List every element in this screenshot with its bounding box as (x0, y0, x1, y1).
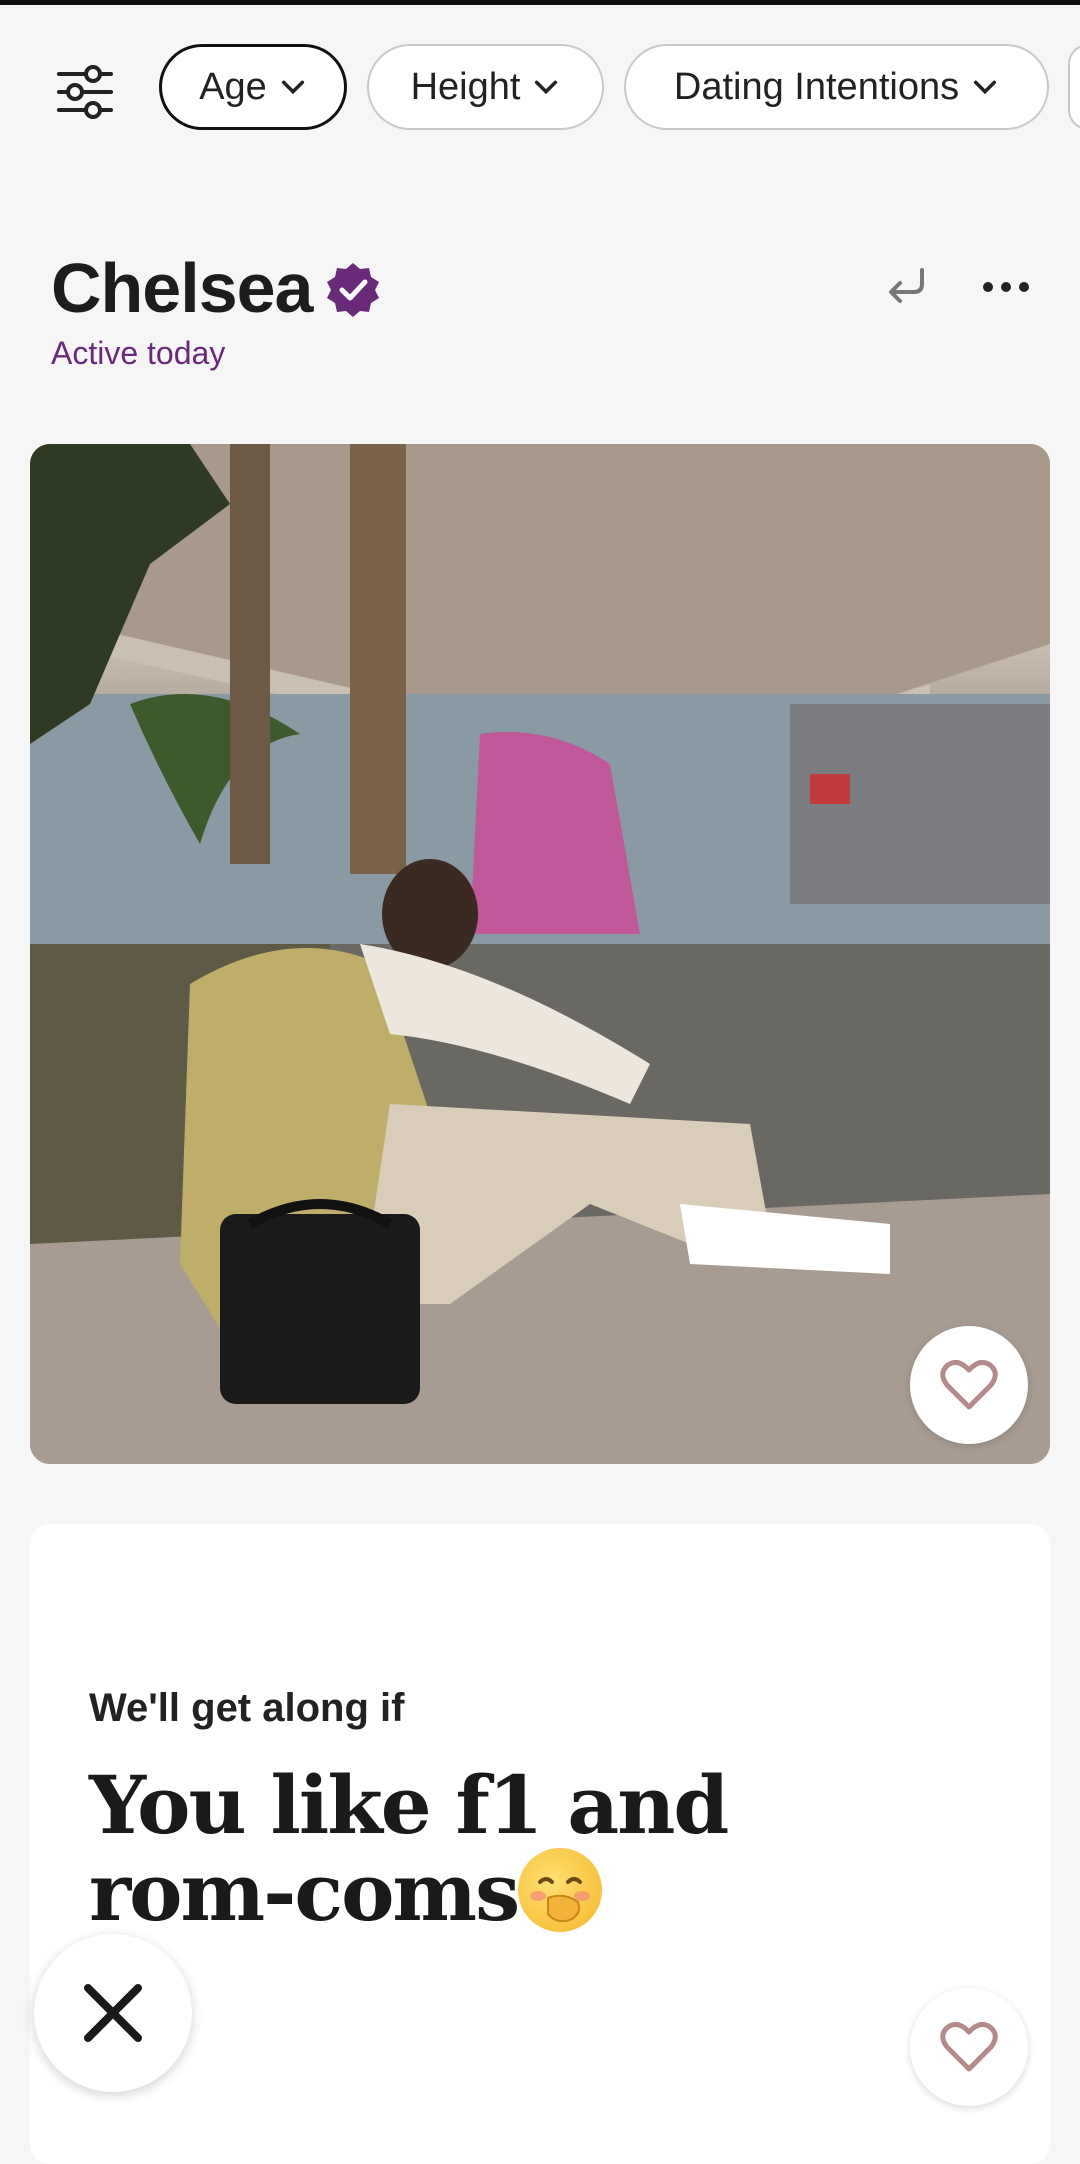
profile-photo-illustration (30, 444, 1050, 1464)
skip-button[interactable] (34, 1934, 192, 2092)
face-with-hand-over-mouth-icon (518, 1848, 603, 1932)
close-icon (84, 1984, 142, 2042)
dating-intentions-filter-label: Dating Intentions (673, 65, 960, 108)
dating-intentions-filter-chip[interactable]: Dating Intentions (624, 44, 1049, 130)
prompt-question: We'll get along if (89, 1686, 405, 1730)
age-filter-label: Age (199, 65, 267, 108)
height-filter-chip[interactable]: Height (367, 44, 604, 130)
prompt-answer: You like f1 and rom-coms (89, 1762, 789, 1935)
heart-icon (940, 1359, 998, 1410)
heart-icon (940, 2021, 998, 2072)
filter-bar: Age Height Dating Intentions (0, 44, 1080, 136)
like-prompt-button[interactable] (910, 1988, 1028, 2106)
more-options-icon[interactable] (980, 270, 1032, 304)
verified-badge-icon (327, 263, 379, 317)
more-filters-chip[interactable] (1068, 44, 1080, 130)
age-filter-chip[interactable]: Age (159, 44, 347, 130)
status-bar-edge (0, 0, 1080, 5)
filter-settings-icon[interactable] (55, 62, 115, 122)
like-photo-button[interactable] (910, 1326, 1028, 1444)
chevron-down-icon (281, 80, 304, 95)
chevron-down-icon (535, 80, 558, 95)
rewind-icon[interactable] (882, 262, 932, 312)
chevron-down-icon (974, 80, 997, 95)
height-filter-label: Height (410, 65, 521, 108)
profile-name: Chelsea (51, 249, 313, 327)
prompt-answer-text: You like f1 and rom-coms (89, 1758, 729, 1939)
profile-photo[interactable] (30, 444, 1050, 1464)
active-status: Active today (51, 335, 226, 371)
